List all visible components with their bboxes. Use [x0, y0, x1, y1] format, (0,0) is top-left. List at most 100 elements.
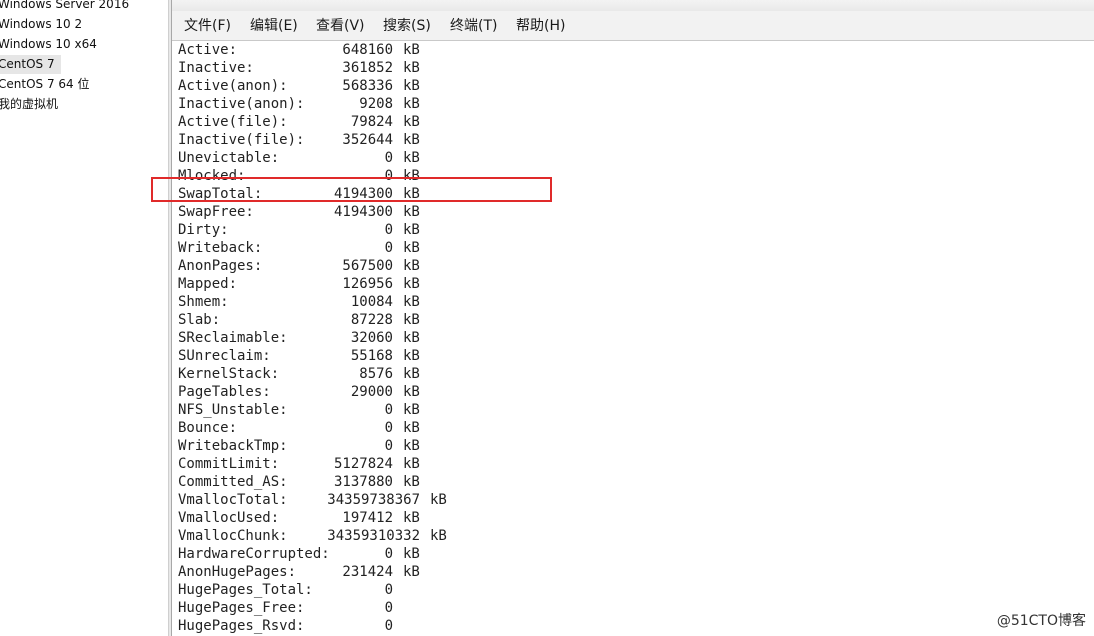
- meminfo-unit: kB: [403, 132, 420, 148]
- meminfo-value: 0: [384, 600, 393, 616]
- meminfo-key: VmallocChunk:: [178, 528, 288, 544]
- meminfo-key: NFS_Unstable:: [178, 402, 288, 418]
- menu-item[interactable]: 帮助(H): [516, 16, 565, 36]
- meminfo-key: WritebackTmp:: [178, 438, 288, 454]
- vm-library-item[interactable]: Windows 10 x64: [0, 35, 103, 54]
- menu-item[interactable]: 搜索(S): [383, 16, 431, 36]
- menu-item[interactable]: 查看(V): [316, 16, 365, 36]
- meminfo-unit: kB: [403, 96, 420, 112]
- meminfo-unit: kB: [430, 528, 447, 544]
- meminfo-value: 3137880: [333, 474, 393, 490]
- meminfo-value: 29000: [350, 384, 393, 400]
- screen: Windows Server 2016 Windows 10 2 Windows 1…: [0, 0, 1094, 636]
- meminfo-value: 9208: [359, 96, 393, 112]
- meminfo-unit: kB: [403, 186, 420, 202]
- menu-item[interactable]: 终端(T): [450, 16, 497, 36]
- meminfo-key: KernelStack:: [178, 366, 280, 382]
- meminfo-value: 352644: [342, 132, 393, 148]
- meminfo-key: Committed_AS:: [178, 474, 288, 490]
- meminfo-unit: kB: [403, 348, 420, 364]
- meminfo-value: 34359738367: [327, 492, 420, 508]
- meminfo-value: 0: [384, 420, 393, 436]
- meminfo-key: Writeback:: [178, 240, 263, 256]
- vm-library-item[interactable]: Windows Server 2016: [0, 0, 135, 14]
- meminfo-key: PageTables:: [178, 384, 271, 400]
- menu-item[interactable]: 编辑(E): [250, 16, 298, 36]
- meminfo-unit: kB: [403, 546, 420, 562]
- meminfo-value: 0: [384, 222, 393, 238]
- terminal-output[interactable]: Active: 648160 kB Inactive: 361852 kB Active(a…: [172, 41, 1094, 636]
- meminfo-value: 4194300: [333, 186, 393, 202]
- meminfo-value: 126956: [342, 276, 393, 292]
- meminfo-unit: kB: [403, 150, 420, 166]
- meminfo-key: VmallocUsed:: [178, 510, 280, 526]
- meminfo-key: Active(file):: [178, 114, 288, 130]
- meminfo-unit: kB: [403, 42, 420, 58]
- meminfo-value: 568336: [342, 78, 393, 94]
- meminfo-unit: kB: [403, 438, 420, 454]
- meminfo-unit: kB: [403, 294, 420, 310]
- menu-item[interactable]: 文件(F): [184, 16, 231, 36]
- vm-library-panel: Windows Server 2016 Windows 10 2 Windows 1…: [0, 0, 168, 636]
- meminfo-value: 567500: [342, 258, 393, 274]
- meminfo-value: 0: [384, 240, 393, 256]
- meminfo-key: AnonPages:: [178, 258, 263, 274]
- vm-library-item[interactable]: CentOS 7 64 位: [0, 75, 95, 94]
- terminal-window: 文件(F) 编辑(E) 查看(V) 搜索(S) 终端(T) 帮助(H) Active: 64…: [172, 0, 1094, 636]
- meminfo-unit: kB: [403, 114, 420, 130]
- meminfo-unit: kB: [403, 78, 420, 94]
- meminfo-key: Mapped:: [178, 276, 238, 292]
- meminfo-key: Slab:: [178, 312, 221, 328]
- meminfo-value: 0: [384, 150, 393, 166]
- meminfo-unit: kB: [403, 204, 420, 220]
- meminfo-unit: kB: [403, 258, 420, 274]
- watermark: @51CTO博客: [996, 613, 1086, 629]
- meminfo-unit: kB: [403, 240, 420, 256]
- meminfo-unit: kB: [403, 474, 420, 490]
- terminal-menubar: 文件(F) 编辑(E) 查看(V) 搜索(S) 终端(T) 帮助(H): [172, 11, 1094, 41]
- meminfo-unit: kB: [403, 564, 420, 580]
- meminfo-unit: kB: [403, 384, 420, 400]
- meminfo-key: SwapFree:: [178, 204, 254, 220]
- meminfo-key: SUnreclaim:: [178, 348, 271, 364]
- meminfo-unit: kB: [403, 276, 420, 292]
- meminfo-value: 79824: [350, 114, 393, 130]
- meminfo-value: 0: [384, 168, 393, 184]
- meminfo-key: CommitLimit:: [178, 456, 280, 472]
- meminfo-value: 10084: [350, 294, 393, 310]
- meminfo-key: Active(anon):: [178, 78, 288, 94]
- meminfo-value: 0: [384, 582, 393, 598]
- meminfo-key: Dirty:: [178, 222, 229, 238]
- meminfo-value: 32060: [350, 330, 393, 346]
- meminfo-value: 648160: [342, 42, 393, 58]
- meminfo-unit: kB: [403, 420, 420, 436]
- meminfo-value: 87228: [350, 312, 393, 328]
- meminfo-value: 197412: [342, 510, 393, 526]
- meminfo-key: Inactive:: [178, 60, 254, 76]
- meminfo-key: SReclaimable:: [178, 330, 288, 346]
- meminfo-value: 231424: [342, 564, 393, 580]
- meminfo-value: 0: [384, 546, 393, 562]
- meminfo-key: Unevictable:: [178, 150, 280, 166]
- vm-library-item[interactable]: 我的虚拟机: [0, 95, 64, 114]
- meminfo-value: 8576: [359, 366, 393, 382]
- meminfo-unit: kB: [430, 492, 447, 508]
- meminfo-unit: kB: [403, 366, 420, 382]
- meminfo-value: 0: [384, 402, 393, 418]
- meminfo-unit: kB: [403, 510, 420, 526]
- meminfo-key: Shmem:: [178, 294, 229, 310]
- meminfo-unit: kB: [403, 168, 420, 184]
- meminfo-unit: kB: [403, 60, 420, 76]
- vm-library-item[interactable]: CentOS 7: [0, 55, 61, 74]
- meminfo-value: 55168: [350, 348, 393, 364]
- meminfo-key: Bounce:: [178, 420, 238, 436]
- vm-library-item[interactable]: Windows 10 2: [0, 15, 88, 34]
- meminfo-value: 0: [384, 438, 393, 454]
- meminfo-value: 0: [384, 618, 393, 634]
- meminfo-unit: kB: [403, 330, 420, 346]
- meminfo-value: 361852: [342, 60, 393, 76]
- meminfo-unit: kB: [403, 222, 420, 238]
- meminfo-unit: kB: [403, 312, 420, 328]
- meminfo-key: VmallocTotal:: [178, 492, 288, 508]
- meminfo-value: 4194300: [333, 204, 393, 220]
